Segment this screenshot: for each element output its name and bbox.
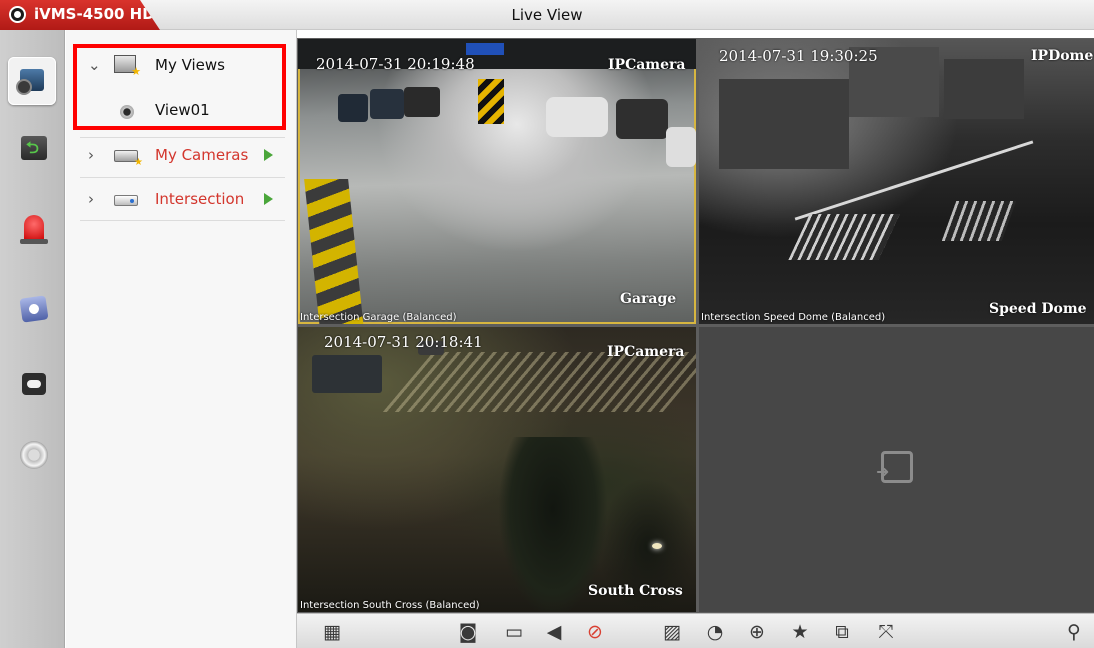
image-quality-icon[interactable]: ▨ bbox=[659, 619, 685, 645]
location-overlay: Garage bbox=[620, 291, 677, 307]
window-title: Live View bbox=[511, 6, 583, 24]
snapshot-icon[interactable]: ◙ bbox=[455, 619, 481, 645]
channel-caption: Intersection Garage (Balanced) bbox=[300, 312, 457, 323]
headlight-shape bbox=[652, 543, 662, 549]
divider bbox=[80, 177, 285, 178]
record-icon[interactable]: ▭ bbox=[501, 619, 527, 645]
navigation-rail bbox=[0, 30, 65, 648]
car-shape bbox=[404, 87, 440, 117]
timestamp-overlay: 2014-07-31 20:19:48 bbox=[316, 55, 475, 73]
annotation-highlight-box bbox=[73, 44, 286, 130]
add-camera-icon[interactable] bbox=[876, 451, 913, 483]
video-tile-garage[interactable]: 2014-07-31 20:19:48 IPCamera Garage Inte… bbox=[298, 39, 696, 324]
digital-zoom-icon[interactable]: ⊕ bbox=[744, 619, 770, 645]
ptz-control-icon[interactable]: ⚲ bbox=[1061, 619, 1087, 645]
play-all-icon[interactable] bbox=[264, 193, 273, 205]
video-tile-empty[interactable] bbox=[699, 327, 1094, 612]
divider bbox=[80, 220, 285, 221]
camera-name-overlay: IPCamera bbox=[608, 57, 686, 73]
car-shape bbox=[546, 97, 608, 137]
tree-item-intersection[interactable]: › Intersection bbox=[66, 179, 297, 221]
title-bar: iVMS-4500 HD Live View bbox=[0, 0, 1094, 30]
alarm-siren-icon bbox=[20, 215, 48, 244]
pillar-shape bbox=[478, 79, 504, 124]
video-tile-speed-dome[interactable]: 2014-07-31 19:30:25 IPDome Speed Dome In… bbox=[699, 39, 1094, 324]
tree-item-label: My Cameras bbox=[155, 146, 249, 164]
two-way-audio-icon[interactable]: ⊘ bbox=[582, 619, 608, 645]
tree-item-my-cameras[interactable]: › My Cameras bbox=[66, 135, 297, 177]
fullscreen-icon[interactable]: ⤧ bbox=[873, 619, 899, 645]
location-overlay: Speed Dome bbox=[989, 301, 1087, 317]
rail-cloud-button[interactable] bbox=[12, 363, 54, 405]
rail-alarm-button[interactable] bbox=[12, 207, 54, 249]
location-overlay: South Cross bbox=[588, 583, 683, 599]
app-window: iVMS-4500 HD Live View ⌄ My Views bbox=[0, 0, 1094, 648]
channel-caption: Intersection South Cross (Balanced) bbox=[300, 600, 480, 611]
tree-item-label: Intersection bbox=[155, 190, 245, 208]
crosswalk-shape bbox=[941, 201, 1017, 241]
car-shape bbox=[370, 89, 404, 119]
channel-caption: Intersection Speed Dome (Balanced) bbox=[701, 312, 886, 323]
cloud-icon bbox=[22, 373, 46, 395]
photo-album-icon bbox=[19, 295, 49, 323]
close-all-icon[interactable]: ⧉ bbox=[829, 619, 855, 645]
chevron-right-icon[interactable]: › bbox=[88, 190, 94, 208]
live-view-icon bbox=[16, 69, 44, 95]
rail-playback-button[interactable] bbox=[12, 127, 54, 169]
rail-pictures-button[interactable] bbox=[12, 288, 54, 330]
speed-bump-shape bbox=[304, 179, 364, 324]
car-shape bbox=[616, 99, 668, 139]
truck-shape bbox=[312, 355, 382, 393]
timestamp-overlay: 2014-07-31 20:18:41 bbox=[324, 333, 483, 351]
building-shape bbox=[719, 79, 849, 169]
rail-settings-button[interactable] bbox=[12, 433, 54, 475]
car-shape bbox=[666, 127, 696, 167]
dvr-device-icon bbox=[114, 195, 138, 206]
audio-icon[interactable]: ◀ bbox=[541, 619, 567, 645]
crosswalk-shape bbox=[382, 352, 696, 412]
playback-icon bbox=[21, 136, 47, 164]
car-shape bbox=[338, 94, 368, 122]
camera-name-overlay: IPDome bbox=[1031, 48, 1094, 64]
camera-group-icon bbox=[114, 150, 143, 168]
chevron-right-icon[interactable]: › bbox=[88, 146, 94, 164]
camera-name-overlay: IPCamera bbox=[607, 344, 685, 360]
live-view-grid: 2014-07-31 20:19:48 IPCamera Garage Inte… bbox=[297, 38, 1094, 613]
video-tile-south-cross[interactable]: 2014-07-31 20:18:41 IPCamera South Cross… bbox=[298, 327, 696, 612]
rail-live-view-button[interactable] bbox=[8, 57, 56, 105]
alarm-output-icon[interactable]: ◔ bbox=[702, 619, 728, 645]
crosswalk-shape bbox=[788, 214, 900, 260]
timestamp-overlay: 2014-07-31 19:30:25 bbox=[719, 47, 878, 65]
play-all-icon[interactable] bbox=[264, 149, 273, 161]
live-view-toolbar: ▦ ◙ ▭ ◀ ⊘ ▨ ◔ ⊕ ★ ⧉ ⤧ ⚲ bbox=[297, 613, 1094, 648]
building-shape bbox=[944, 59, 1024, 119]
grid-layout-icon[interactable]: ▦ bbox=[319, 619, 345, 645]
favorite-icon[interactable]: ★ bbox=[787, 619, 813, 645]
sign-shape bbox=[466, 43, 504, 55]
gear-icon bbox=[20, 441, 48, 469]
